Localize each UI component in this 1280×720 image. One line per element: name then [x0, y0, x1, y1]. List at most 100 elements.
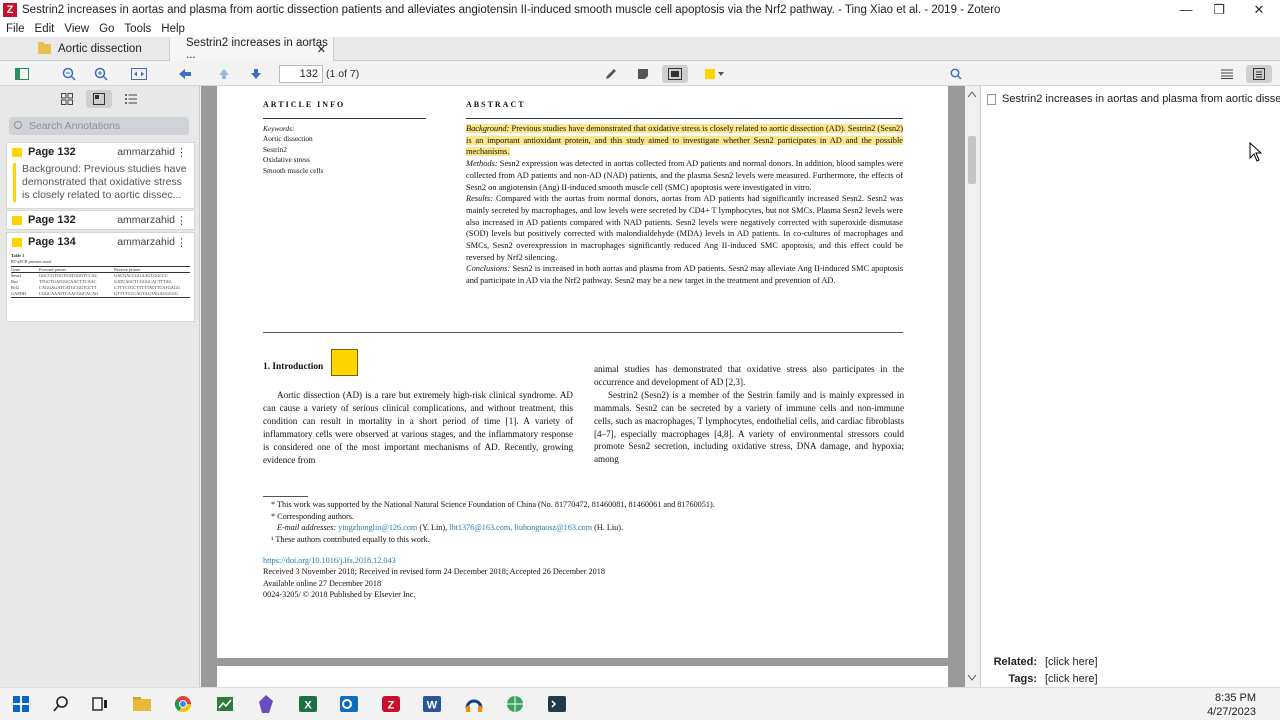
email-link[interactable]: yingzhonglin@126.com	[338, 523, 417, 532]
fit-width-icon	[131, 68, 147, 80]
outlook-icon[interactable]	[338, 694, 360, 714]
maximize-button[interactable]: ❐	[1199, 0, 1239, 20]
fit-width-button[interactable]	[126, 65, 152, 83]
abstract-text[interactable]: Background: Previous studies have demons…	[466, 123, 904, 287]
pdf-viewer[interactable]: ARTICLE INFO ABSTRACT Keywords: Aortic d…	[201, 86, 965, 687]
zoom-out-button[interactable]	[56, 65, 82, 83]
item-pane-button[interactable]	[1246, 65, 1272, 83]
audacity-icon[interactable]	[463, 694, 485, 714]
highlight-tool-button[interactable]	[598, 65, 624, 83]
search-annotations-input[interactable]: Search Annotations	[9, 117, 189, 135]
windows-start-icon[interactable]	[10, 694, 32, 714]
intro-right-column: animal studies has demonstrated that oxi…	[594, 364, 904, 465]
zoom-out-icon	[62, 67, 76, 81]
next-page-button[interactable]	[243, 65, 269, 83]
excel-icon[interactable]: X	[297, 694, 319, 714]
annotation-card[interactable]: Page 134 ammarzahid ⋮ Table 1 RT-qPCR pr…	[6, 232, 195, 322]
parent-item[interactable]: Sestrin2 increases in aortas and plasma …	[987, 93, 1280, 105]
keyword: Smooth muscle cells	[263, 166, 324, 175]
tab-aortic-dissection[interactable]: Aortic dissection	[38, 37, 166, 61]
find-button[interactable]	[943, 65, 969, 83]
more-options-icon[interactable]: ⋮	[176, 214, 187, 227]
bullet-list-icon	[125, 94, 137, 104]
chart-app-icon[interactable]	[214, 694, 236, 714]
outline-list-button[interactable]	[118, 90, 144, 108]
email-link[interactable]: lbt1376@163.com,	[449, 523, 512, 532]
more-options-icon[interactable]: ⋮	[176, 236, 187, 249]
clock-time: 8:35 PM	[1215, 692, 1256, 704]
related-row: Related: [click here]	[985, 656, 1098, 668]
highlighted-background[interactable]: Background: Previous studies have demons…	[466, 124, 904, 157]
annotation-author: ammarzahid	[117, 146, 175, 158]
obsidian-icon[interactable]	[255, 694, 277, 714]
close-tab-icon[interactable]: ✕	[317, 43, 326, 56]
zoom-in-button[interactable]	[88, 65, 114, 83]
copyright: 0024-3205/ © 2018 Published by Elsevier …	[263, 590, 416, 599]
system-clock[interactable]: 8:35 PM 4/27/2023	[1207, 691, 1256, 719]
svg-text:W: W	[427, 700, 438, 712]
arrow-down-icon	[251, 69, 261, 79]
close-window-button[interactable]: ✕	[1239, 0, 1279, 20]
reader-toolbar: 132 (1 of 7)	[0, 62, 1280, 86]
keyword: Aortic dissection	[263, 134, 313, 143]
arrow-up-icon	[219, 69, 229, 79]
email-link[interactable]: liuhongtaosz@163.com	[514, 523, 592, 532]
note-tool-button[interactable]	[630, 65, 656, 83]
task-view-icon[interactable]	[89, 694, 111, 714]
color-picker-button[interactable]	[700, 65, 728, 83]
menu-edit[interactable]: Edit	[35, 23, 55, 35]
viewer-scrollbar[interactable]	[965, 86, 979, 687]
annotation-card[interactable]: Page 132 ammarzahid ⋮	[6, 210, 195, 230]
tab-bar: Aortic dissection Sestrin2 increases in …	[0, 37, 1280, 61]
received-dates: Received 3 November 2018; Received in re…	[263, 567, 605, 576]
file-explorer-icon[interactable]	[131, 694, 153, 714]
menu-tools[interactable]: Tools	[124, 23, 151, 35]
tab-sestrin2-article[interactable]: Sestrin2 increases in aortas ... ✕	[169, 37, 334, 61]
area-select-icon	[668, 68, 682, 80]
image-annotation-icon	[12, 237, 22, 247]
annotations-view-button[interactable]	[86, 90, 112, 108]
word-icon[interactable]: W	[421, 694, 443, 714]
menu-file[interactable]: File	[6, 23, 25, 35]
sticky-note-icon[interactable]	[331, 349, 358, 376]
scrollbar-thumb[interactable]	[968, 136, 976, 184]
back-button[interactable]	[172, 65, 198, 83]
toggle-sidebar-button[interactable]	[9, 65, 35, 83]
menu-help[interactable]: Help	[161, 23, 185, 35]
scroll-down-icon[interactable]	[968, 675, 976, 681]
zotero-icon[interactable]: Z	[380, 694, 402, 714]
mouse-cursor-icon	[1249, 142, 1263, 162]
thumbnails-view-button[interactable]	[54, 90, 80, 108]
annotation-card[interactable]: Page 132 ammarzahid ⋮ Background: Previo…	[6, 142, 195, 209]
tags-link[interactable]: [click here]	[1045, 673, 1098, 685]
tab-label: Sestrin2 increases in aortas ...	[186, 37, 328, 61]
search-icon[interactable]	[50, 694, 72, 714]
annotation-page: Page 132	[28, 146, 76, 158]
related-link[interactable]: [click here]	[1045, 656, 1098, 668]
menu-view[interactable]: View	[64, 23, 89, 35]
menu-bar: File Edit View Go Tools Help	[0, 20, 1280, 37]
related-label: Related:	[993, 656, 1037, 668]
abstract-heading: ABSTRACT	[466, 100, 526, 109]
annotation-author: ammarzahid	[117, 236, 175, 248]
equal-contribution-footnote: ¹ These authors contributed equally to t…	[271, 535, 430, 544]
annotations-icon	[93, 93, 105, 105]
previous-page-button[interactable]	[211, 65, 237, 83]
menu-go[interactable]: Go	[99, 23, 114, 35]
outline-view-button[interactable]	[1214, 65, 1240, 83]
window-title: Sestrin2 increases in aortas and plasma …	[22, 4, 1001, 16]
area-tool-button[interactable]	[662, 65, 688, 83]
page-number-input[interactable]: 132	[279, 65, 323, 83]
zoom-in-icon	[94, 67, 108, 81]
zotero-logo-icon: Z	[3, 3, 17, 17]
network-app-icon[interactable]	[504, 694, 526, 714]
search-placeholder: Search Annotations	[29, 120, 121, 132]
terminal-app-icon[interactable]	[546, 694, 568, 714]
doi-link[interactable]: https://doi.org/10.1016/j.lfs.2018.12.04…	[263, 555, 396, 567]
annotations-sidebar: Search Annotations Page 132 ammarzahid ⋮…	[0, 86, 200, 687]
more-options-icon[interactable]: ⋮	[176, 146, 187, 159]
chrome-icon[interactable]	[172, 694, 194, 714]
note-annotation-icon	[12, 215, 22, 225]
windows-taskbar: X Z W 8:35 PM 4/27/2023	[0, 687, 1280, 720]
scroll-up-icon[interactable]	[968, 91, 976, 97]
